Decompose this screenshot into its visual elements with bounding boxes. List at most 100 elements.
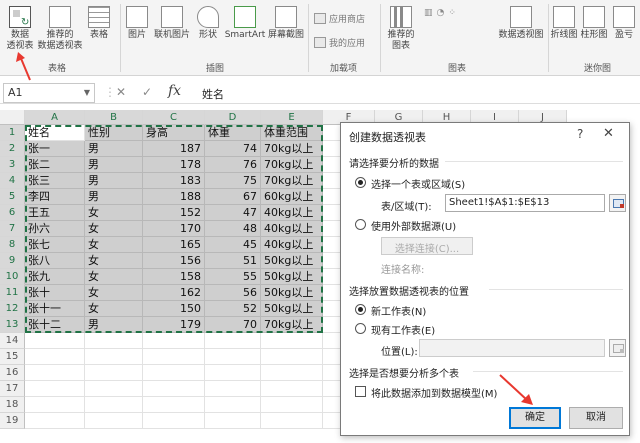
column-header-B[interactable]: B <box>85 110 143 125</box>
help-icon[interactable]: ? <box>577 127 583 141</box>
smartart-button[interactable]: SmartArt <box>224 6 266 41</box>
radio-select-range-label[interactable]: 选择一个表或区域(S) <box>371 176 465 191</box>
row-header-7[interactable]: 7 <box>0 221 25 237</box>
name-box[interactable]: A1 ▼ <box>3 83 95 103</box>
empty-cell[interactable] <box>25 333 85 349</box>
table-cell[interactable]: 男 <box>85 141 143 157</box>
range-input[interactable]: Sheet1!$A$1:$E$13 <box>445 194 605 212</box>
table-cell[interactable]: 47 <box>205 205 261 221</box>
empty-cell[interactable] <box>143 333 205 349</box>
sparkline-column-button[interactable]: 柱形图 <box>580 6 608 41</box>
row-header-8[interactable]: 8 <box>0 237 25 253</box>
table-cell[interactable]: 50kg以上 <box>261 285 323 301</box>
empty-cell[interactable] <box>85 333 143 349</box>
row-header-19[interactable]: 19 <box>0 413 25 429</box>
table-cell[interactable]: 183 <box>143 173 205 189</box>
table-cell[interactable]: 70kg以上 <box>261 141 323 157</box>
row-header-13[interactable]: 13 <box>0 317 25 333</box>
store-button[interactable]: 应用商店 <box>314 12 365 25</box>
radio-select-range[interactable] <box>355 177 366 188</box>
empty-cell[interactable] <box>25 397 85 413</box>
table-cell[interactable]: 张十一 <box>25 301 85 317</box>
row-header-15[interactable]: 15 <box>0 349 25 365</box>
table-cell[interactable]: 孙六 <box>25 221 85 237</box>
empty-cell[interactable] <box>205 381 261 397</box>
empty-cell[interactable] <box>85 381 143 397</box>
column-header-A[interactable]: A <box>25 110 85 125</box>
table-header-cell[interactable]: 姓名 <box>25 125 85 141</box>
online-picture-button[interactable]: 联机图片 <box>152 6 192 41</box>
table-cell[interactable]: 40kg以上 <box>261 205 323 221</box>
empty-cell[interactable] <box>85 349 143 365</box>
table-cell[interactable]: 张九 <box>25 269 85 285</box>
insert-function-icon[interactable]: fx <box>168 83 181 99</box>
table-header-cell[interactable]: 体重 <box>205 125 261 141</box>
empty-cell[interactable] <box>205 349 261 365</box>
row-header-14[interactable]: 14 <box>0 333 25 349</box>
table-cell[interactable]: 60kg以上 <box>261 189 323 205</box>
picture-button[interactable]: 图片 <box>124 6 150 41</box>
table-cell[interactable]: 188 <box>143 189 205 205</box>
empty-cell[interactable] <box>85 397 143 413</box>
table-cell[interactable]: 150 <box>143 301 205 317</box>
table-cell[interactable]: 76 <box>205 157 261 173</box>
row-header-12[interactable]: 12 <box>0 301 25 317</box>
table-cell[interactable]: 40kg以上 <box>261 221 323 237</box>
table-cell[interactable]: 170 <box>143 221 205 237</box>
pivot-table-button[interactable]: ↻ 数据 透视表 <box>4 6 36 52</box>
empty-cell[interactable] <box>143 349 205 365</box>
table-cell[interactable]: 50kg以上 <box>261 253 323 269</box>
sparkline-winloss-button[interactable]: 盈亏 <box>610 6 638 41</box>
table-cell[interactable]: 55 <box>205 269 261 285</box>
row-header-6[interactable]: 6 <box>0 205 25 221</box>
table-cell[interactable]: 75 <box>205 173 261 189</box>
row-header-5[interactable]: 5 <box>0 189 25 205</box>
table-cell[interactable]: 张八 <box>25 253 85 269</box>
chart-types-button[interactable]: ▥ ◔ ⁘ <box>424 8 496 19</box>
table-cell[interactable]: 162 <box>143 285 205 301</box>
empty-cell[interactable] <box>25 381 85 397</box>
column-header-E[interactable]: E <box>261 110 323 125</box>
my-addins-button[interactable]: 我的应用 <box>314 36 365 49</box>
cancel-button[interactable]: 取消 <box>569 407 623 429</box>
radio-external-source[interactable] <box>355 219 366 230</box>
pivot-chart-button[interactable]: 数据透视图 <box>498 6 544 41</box>
empty-cell[interactable] <box>25 365 85 381</box>
table-cell[interactable]: 50kg以上 <box>261 301 323 317</box>
table-cell[interactable]: 女 <box>85 237 143 253</box>
select-all-corner[interactable] <box>0 110 25 125</box>
column-header-D[interactable]: D <box>205 110 261 125</box>
row-header-3[interactable]: 3 <box>0 157 25 173</box>
row-header-11[interactable]: 11 <box>0 285 25 301</box>
table-cell[interactable]: 70kg以上 <box>261 157 323 173</box>
table-cell[interactable]: 45 <box>205 237 261 253</box>
table-cell[interactable]: 158 <box>143 269 205 285</box>
shapes-button[interactable]: 形状 <box>194 6 222 41</box>
table-cell[interactable]: 70 <box>205 317 261 333</box>
empty-cell[interactable] <box>261 413 323 429</box>
empty-cell[interactable] <box>143 413 205 429</box>
table-cell[interactable]: 王五 <box>25 205 85 221</box>
table-header-cell[interactable]: 性别 <box>85 125 143 141</box>
table-cell[interactable]: 51 <box>205 253 261 269</box>
table-cell[interactable]: 女 <box>85 205 143 221</box>
row-header-18[interactable]: 18 <box>0 397 25 413</box>
table-cell[interactable]: 156 <box>143 253 205 269</box>
cancel-icon[interactable]: ✕ <box>116 85 126 99</box>
row-header-4[interactable]: 4 <box>0 173 25 189</box>
table-cell[interactable]: 女 <box>85 301 143 317</box>
table-header-cell[interactable]: 身高 <box>143 125 205 141</box>
empty-cell[interactable] <box>261 365 323 381</box>
chevron-down-icon[interactable]: ▼ <box>84 88 90 97</box>
ok-button[interactable]: 确定 <box>509 407 561 429</box>
add-to-data-model-checkbox[interactable] <box>355 386 366 397</box>
table-header-cell[interactable]: 体重范围 <box>261 125 323 141</box>
table-cell[interactable]: 52 <box>205 301 261 317</box>
radio-external-source-label[interactable]: 使用外部数据源(U) <box>371 218 456 233</box>
table-cell[interactable]: 张一 <box>25 141 85 157</box>
table-cell[interactable]: 70kg以上 <box>261 173 323 189</box>
radio-new-worksheet[interactable] <box>355 304 366 315</box>
empty-cell[interactable] <box>261 381 323 397</box>
table-cell[interactable]: 张十 <box>25 285 85 301</box>
table-cell[interactable]: 70kg以上 <box>261 317 323 333</box>
